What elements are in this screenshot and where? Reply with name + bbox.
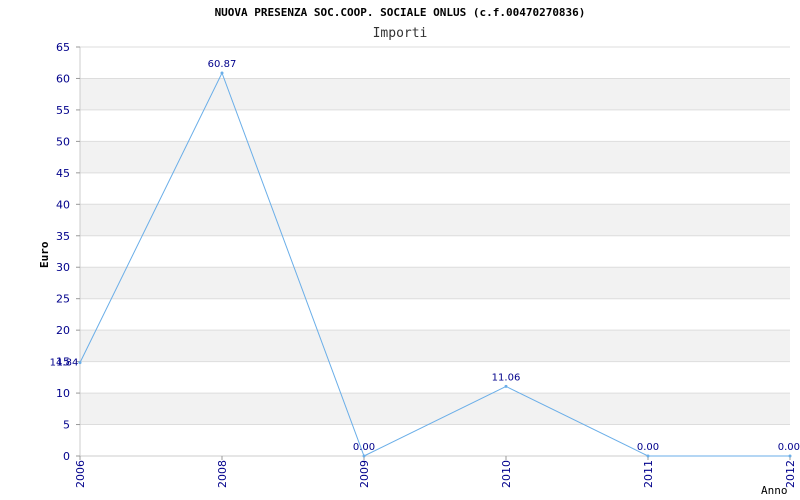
- y-tick-label: 0: [63, 450, 70, 463]
- y-tick-label: 65: [56, 41, 70, 54]
- grid-band: [80, 330, 790, 362]
- y-tick-label: 25: [56, 293, 70, 306]
- y-tick-label: 45: [56, 167, 70, 180]
- y-tick-label: 20: [56, 324, 70, 337]
- x-tick-label: 2012: [784, 460, 797, 488]
- data-label: 0.00: [637, 442, 659, 453]
- grid-band: [80, 267, 790, 299]
- y-tick-label: 5: [63, 419, 70, 432]
- grid-band: [80, 204, 790, 236]
- data-label: 11.06: [492, 372, 521, 383]
- y-tick-label: 35: [56, 230, 70, 243]
- data-label: 14.84: [50, 358, 79, 369]
- y-tick-label: 55: [56, 104, 70, 117]
- y-tick-label: 10: [56, 387, 70, 400]
- data-point: [646, 454, 650, 458]
- x-tick-label: 2006: [74, 460, 87, 488]
- data-label: 0.00: [778, 442, 800, 453]
- line-chart: 05101520253035404550556065 2006 2008 2009 2…: [50, 41, 800, 488]
- grid-band: [80, 393, 790, 425]
- data-point: [504, 384, 508, 388]
- data-label: 0.00: [353, 442, 375, 453]
- x-tick-label: 2011: [642, 460, 655, 488]
- x-tick-label: 2009: [358, 460, 371, 488]
- y-tick-label: 60: [56, 72, 70, 85]
- y-tick-label: 50: [56, 135, 70, 148]
- y-tick-label: 30: [56, 261, 70, 274]
- data-label: 60.87: [208, 59, 237, 70]
- x-tick-label: 2010: [500, 460, 513, 488]
- grid-band: [80, 78, 790, 110]
- data-point: [78, 361, 82, 365]
- y-tick-label: 40: [56, 198, 70, 211]
- data-point: [362, 454, 366, 458]
- data-point: [220, 71, 224, 75]
- data-point: [788, 454, 792, 458]
- x-tick-label: 2008: [216, 460, 229, 488]
